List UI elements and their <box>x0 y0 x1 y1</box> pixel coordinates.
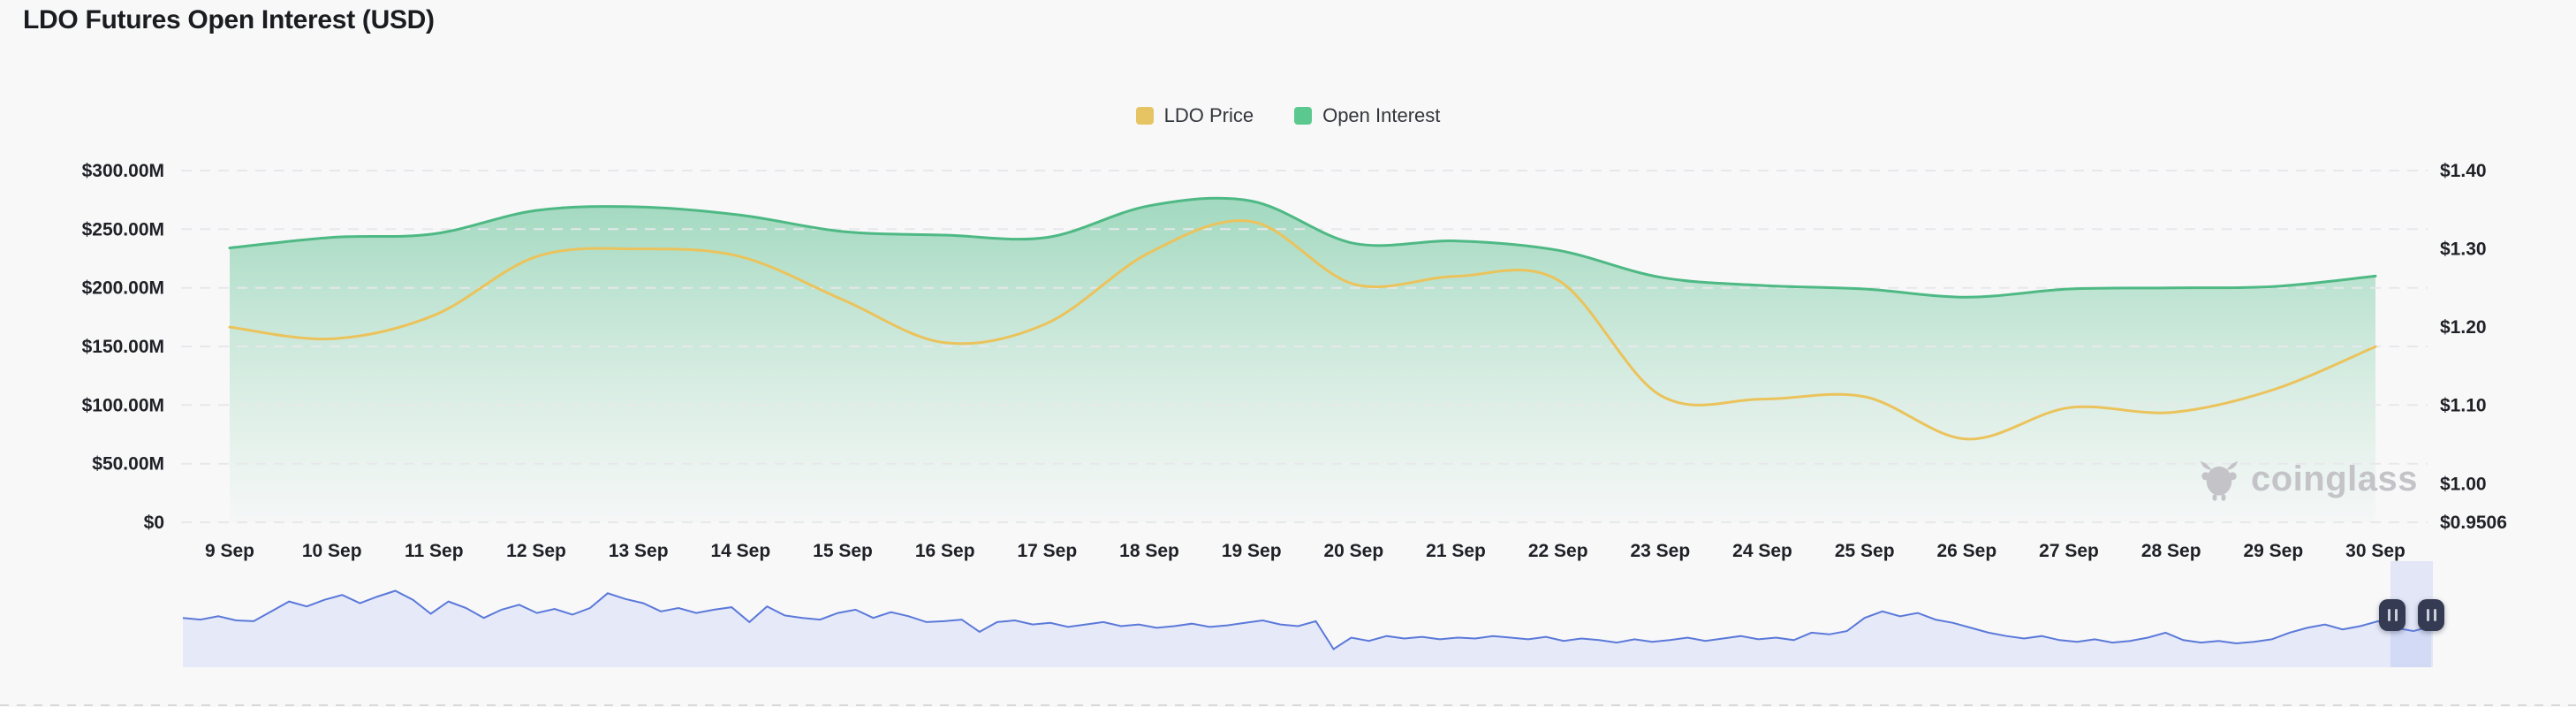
x-axis-date-tick: 21 Sep <box>1426 541 1486 561</box>
watermark-text: coinglass <box>2251 459 2419 498</box>
x-axis-date-tick: 26 Sep <box>1936 541 1996 561</box>
x-axis-date-tick: 23 Sep <box>1630 541 1690 561</box>
x-axis-date-tick: 16 Sep <box>915 541 975 561</box>
x-axis-date-tick: 11 Sep <box>405 541 464 561</box>
y-axis-left-tick: $100.00M <box>82 395 164 415</box>
coinglass-bull-icon <box>2200 460 2239 501</box>
x-axis-date-tick: 14 Sep <box>710 541 770 561</box>
navigator[interactable] <box>182 561 2433 667</box>
x-axis-date-tick: 18 Sep <box>1119 541 1179 561</box>
page-title: LDO Futures Open Interest (USD) <box>23 5 435 34</box>
y-axis-left-tick: $150.00M <box>82 337 164 357</box>
legend-item-ldo-price[interactable]: LDO Price <box>1135 104 1254 127</box>
y-axis-left-tick: $300.00M <box>82 161 164 181</box>
x-axis-date-tick: 17 Sep <box>1017 541 1077 561</box>
y-axis-left-tick: $0 <box>144 513 164 533</box>
chart-legend: LDO Price Open Interest <box>0 104 2576 127</box>
legend-label: Open Interest <box>1322 104 1441 126</box>
navigator-left-handle[interactable] <box>2379 599 2406 631</box>
x-axis-date-tick: 29 Sep <box>2243 541 2303 561</box>
x-axis-date-tick: 22 Sep <box>1528 541 1588 561</box>
y-axis-left-tick: $50.00M <box>92 454 164 475</box>
x-axis-date-tick: 30 Sep <box>2345 541 2406 561</box>
y-axis-right-tick: $1.30 <box>2440 239 2487 260</box>
x-axis-date-tick: 12 Sep <box>506 541 566 561</box>
navigator-right-handle[interactable] <box>2418 599 2444 631</box>
y-axis-left-tick: $250.00M <box>82 219 164 239</box>
ldo-price-swatch-icon <box>1135 107 1154 125</box>
x-axis-date-tick: 19 Sep <box>1222 541 1282 561</box>
handle-grip-icon <box>2387 609 2390 621</box>
y-axis-right-tick: $0.9506 <box>2440 513 2507 533</box>
y-axis-right-tick: $1.00 <box>2440 474 2487 494</box>
x-axis-date-tick: 27 Sep <box>2039 541 2099 561</box>
y-axis-right-tick: $1.40 <box>2440 161 2487 181</box>
y-axis-right-tick: $1.10 <box>2440 396 2487 416</box>
open-interest-area <box>230 198 2375 522</box>
x-axis-date-tick: 13 Sep <box>609 541 669 561</box>
coinglass-watermark: coinglass <box>2196 456 2418 502</box>
legend-label: LDO Price <box>1163 104 1254 126</box>
handle-grip-icon <box>2426 609 2429 621</box>
x-axis-date-tick: 24 Sep <box>1732 541 1792 561</box>
handle-grip-icon <box>2394 609 2398 621</box>
x-axis-date-tick: 25 Sep <box>1835 541 1895 561</box>
x-axis-date-tick: 28 Sep <box>2141 541 2201 561</box>
legend-item-open-interest[interactable]: Open Interest <box>1294 104 1440 127</box>
open-interest-swatch-icon <box>1294 107 1313 125</box>
x-axis-date-tick: 10 Sep <box>302 541 362 561</box>
handle-grip-icon <box>2433 609 2436 621</box>
y-axis-right-tick: $1.20 <box>2440 317 2487 338</box>
x-axis-date-tick: 15 Sep <box>813 541 873 561</box>
x-axis-date-tick: 20 Sep <box>1323 541 1383 561</box>
x-axis-date-tick: 9 Sep <box>205 541 254 561</box>
y-axis-left-tick: $200.00M <box>82 278 164 299</box>
